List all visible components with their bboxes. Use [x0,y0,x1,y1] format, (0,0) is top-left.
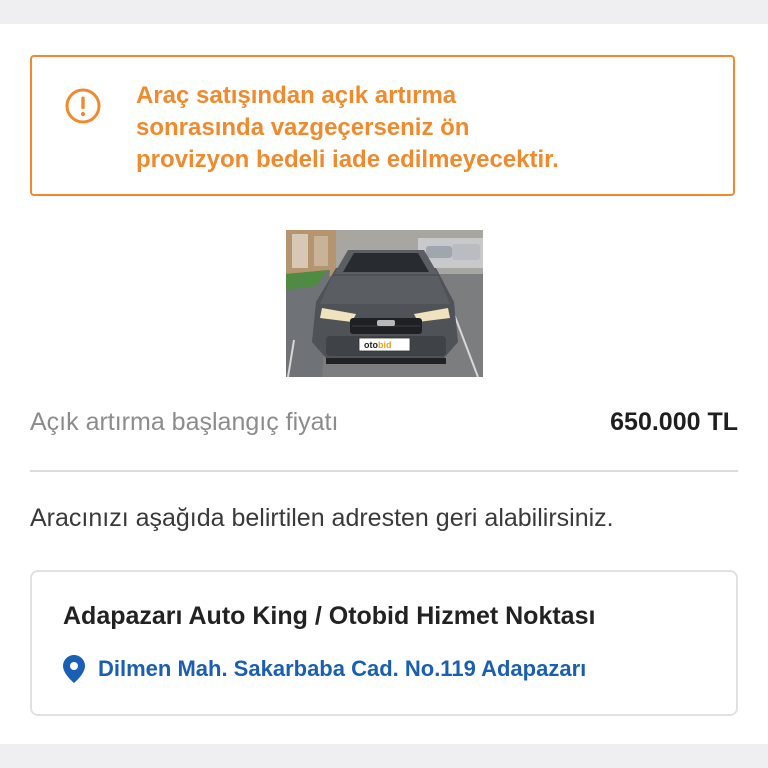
plate-badge-text: oto [364,340,378,350]
plate-badge-text: bid [378,340,392,350]
warning-line: sonrasında vazgeçerseniz ön [136,114,470,141]
address-link[interactable]: Dilmen Mah. Sakarbaba Cad. No.119 Adapaz… [63,655,586,683]
pickup-info-text: Aracınızı aşağıda belirtilen adresten ge… [30,504,614,532]
exclamation-circle-icon [65,88,101,124]
warning-line: provizyon bedeli iade edilmeyecektir. [136,146,559,173]
location-pin-icon [63,655,85,683]
starting-price-row: Açık artırma başlangıç fiyatı 650.000 TL [30,402,738,450]
starting-price-label: Açık artırma başlangıç fiyatı [30,408,339,436]
starting-price-value: 650.000 TL [610,408,738,436]
address-text: Dilmen Mah. Sakarbaba Cad. No.119 Adapaz… [98,656,587,681]
warning-text: Araç satışından açık artırma sonrasında … [136,80,696,176]
car-photo: otobid [286,230,483,377]
svg-text:otobid: otobid [364,340,392,350]
service-point-card: Adapazarı Auto King / Otobid Hizmet Nokt… [30,570,738,716]
auction-info-sheet: Araç satışından açık artırma sonrasında … [0,24,768,744]
warning-banner: Araç satışından açık artırma sonrasında … [30,55,735,196]
warning-line: Araç satışından açık artırma [136,82,457,109]
divider [30,470,738,472]
service-point-title: Adapazarı Auto King / Otobid Hizmet Nokt… [63,602,596,630]
